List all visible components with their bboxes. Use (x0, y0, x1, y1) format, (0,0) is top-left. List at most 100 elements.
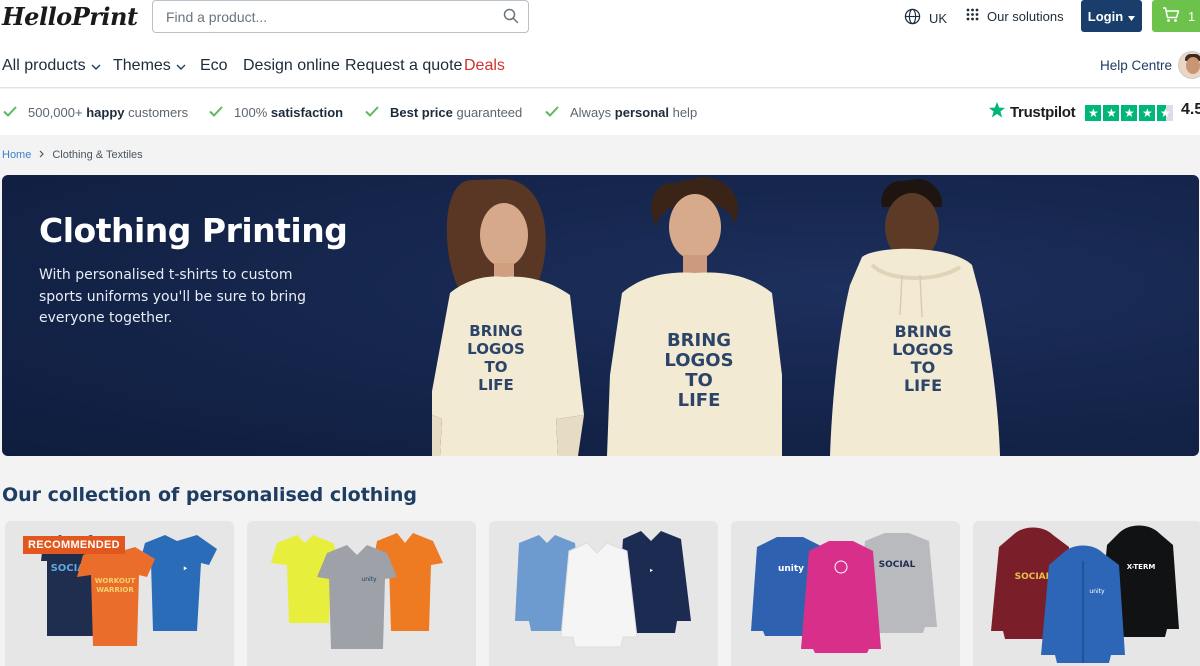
garment-print: WORKOUT (95, 577, 136, 585)
chevron-right-icon (39, 149, 45, 161)
usp-text: Best price guaranteed (390, 105, 522, 120)
check-icon (3, 105, 17, 120)
nav-deals-label: Deals (464, 57, 505, 74)
caret-down-icon (1128, 9, 1136, 24)
breadcrumb: Home Clothing & Textiles (2, 149, 143, 161)
sweaters-image: unity SOCIAL (751, 533, 937, 653)
print-line: BRING (895, 322, 952, 341)
nav-deals[interactable]: Deals (464, 57, 505, 75)
grid-icon (966, 8, 979, 24)
usp-best-price: Best price guaranteed (365, 105, 522, 120)
search-box[interactable] (152, 0, 529, 33)
trustpilot-name: Trustpilot (1010, 104, 1076, 121)
rating-star-icon: ★ (1103, 104, 1120, 121)
garment-print: unity (1089, 588, 1105, 595)
trustpilot-widget[interactable]: Trustpilot ★ ★ ★ ★ ★ (988, 101, 1174, 124)
avatar-face (1186, 57, 1200, 74)
usp-pre: 500,000+ (28, 105, 87, 120)
login-button[interactable]: Login (1081, 0, 1142, 32)
search-input[interactable] (166, 1, 486, 32)
rating-half-star-icon: ★ (1157, 104, 1174, 121)
svg-text:⯈: ⯈ (649, 568, 654, 575)
garment-print: X-TERM (1127, 563, 1156, 571)
check-icon (209, 105, 223, 120)
collection-title: Our collection of personalised clothing (2, 484, 417, 506)
cart-button[interactable]: 1 (1152, 0, 1200, 32)
nav-themes-label: Themes (113, 57, 171, 74)
check-icon (545, 105, 559, 120)
hero-subtitle: With personalised t-shirts to custom spo… (39, 267, 306, 326)
support-avatar[interactable] (1178, 51, 1200, 79)
model-woman: BRING LOGOS TO LIFE (432, 179, 584, 456)
product-card-sweaters[interactable]: unity SOCIAL (731, 521, 960, 666)
usp-text: 100% satisfaction (234, 105, 343, 120)
hero-models-image: BRING LOGOS TO LIFE BRING LOGOS TO LIFE (432, 177, 1000, 456)
print-line: BRING (667, 330, 731, 351)
rating-star-icon: ★ (1121, 104, 1138, 121)
nav-all-products-label: All products (2, 57, 86, 74)
usp-pre: 100% (234, 105, 271, 120)
usp-satisfaction: 100% satisfaction (209, 105, 343, 120)
hoodies-image: SOCIAL X-TERM unity (991, 525, 1179, 663)
trustpilot-score: 4.5 (1181, 101, 1200, 118)
language-label: UK (929, 10, 948, 26)
nav-design-online-label: Design online (243, 57, 340, 74)
helloprint-logo[interactable]: HelloPrint (2, 2, 138, 31)
our-solutions-label: Our solutions (987, 8, 1064, 24)
rating-star-icon: ★ (1139, 104, 1156, 121)
garment-print: SOCIAL (879, 560, 916, 570)
search-icon[interactable] (503, 8, 519, 29)
hero-title: Clothing Printing (39, 211, 348, 250)
print-line: LOGOS (892, 340, 953, 359)
usp-personal-help: Always personal help (545, 105, 697, 120)
print-line: LIFE (478, 376, 514, 394)
cart-icon (1162, 6, 1180, 26)
print-line: LOGOS (467, 340, 525, 358)
usp-post: customers (124, 105, 189, 120)
breadcrumb-current: Clothing & Textiles (52, 149, 143, 161)
garment-print: unity (361, 576, 377, 583)
usp-bold: satisfaction (270, 105, 344, 120)
usp-pre: Always (570, 105, 615, 120)
usp-post: help (668, 105, 698, 120)
nav-request-quote[interactable]: Request a quote (345, 57, 462, 75)
rating-star-icon: ★ (1085, 104, 1102, 121)
print-line: TO (485, 358, 508, 376)
garment-print: unity (778, 564, 804, 574)
trustpilot-star-icon (988, 101, 1006, 124)
breadcrumb-home[interactable]: Home (2, 149, 31, 161)
usp-bold: happy (86, 105, 125, 120)
hero-banner: Clothing Printing With personalised t-sh… (2, 175, 1199, 456)
print-line: TO (911, 358, 936, 377)
usp-bold: Best price (390, 105, 453, 120)
language-selector[interactable]: UK (904, 8, 947, 28)
print-line: BRING (469, 322, 522, 340)
globe-icon (904, 8, 921, 28)
nav-eco-label: Eco (200, 57, 228, 74)
nav-eco[interactable]: Eco (200, 57, 228, 75)
nav-request-quote-label: Request a quote (345, 57, 463, 74)
login-label: Login (1087, 8, 1124, 24)
print-line: LIFE (678, 390, 721, 411)
product-card-shirts[interactable]: ⯈ (489, 521, 718, 666)
nav-design-online[interactable]: Design online (243, 57, 340, 75)
usp-post: guaranteed (452, 105, 523, 120)
product-card-hoodies[interactable]: SOCIAL X-TERM unity (973, 521, 1200, 666)
help-centre-link[interactable]: Help Centre (1100, 58, 1172, 73)
recommended-badge: RECOMMENDED (23, 536, 125, 554)
product-card-polos[interactable]: unity (247, 521, 476, 666)
our-solutions-menu[interactable]: Our solutions (966, 8, 1064, 24)
print-line: LIFE (904, 376, 942, 395)
nav-all-products[interactable]: All products (2, 57, 101, 75)
usp-bar: 500,000+ happy customers 100% satisfacti… (0, 89, 1200, 135)
product-card-tshirts[interactable]: SOCIAL ⯈ WORKOUT WARRIOR RECOMMENDED (5, 521, 234, 666)
usp-happy-customers: 500,000+ happy customers (3, 105, 188, 120)
chevron-down-icon (91, 57, 101, 75)
nav-themes[interactable]: Themes (113, 57, 186, 75)
model-man-hoodie: BRING LOGOS TO LIFE (830, 179, 1000, 456)
shirts-image: ⯈ (515, 531, 691, 648)
polos-image: unity (271, 533, 443, 649)
garment-print: WARRIOR (96, 586, 134, 594)
print-line: LOGOS (664, 350, 733, 371)
model-man-center: BRING LOGOS TO LIFE (607, 177, 782, 456)
